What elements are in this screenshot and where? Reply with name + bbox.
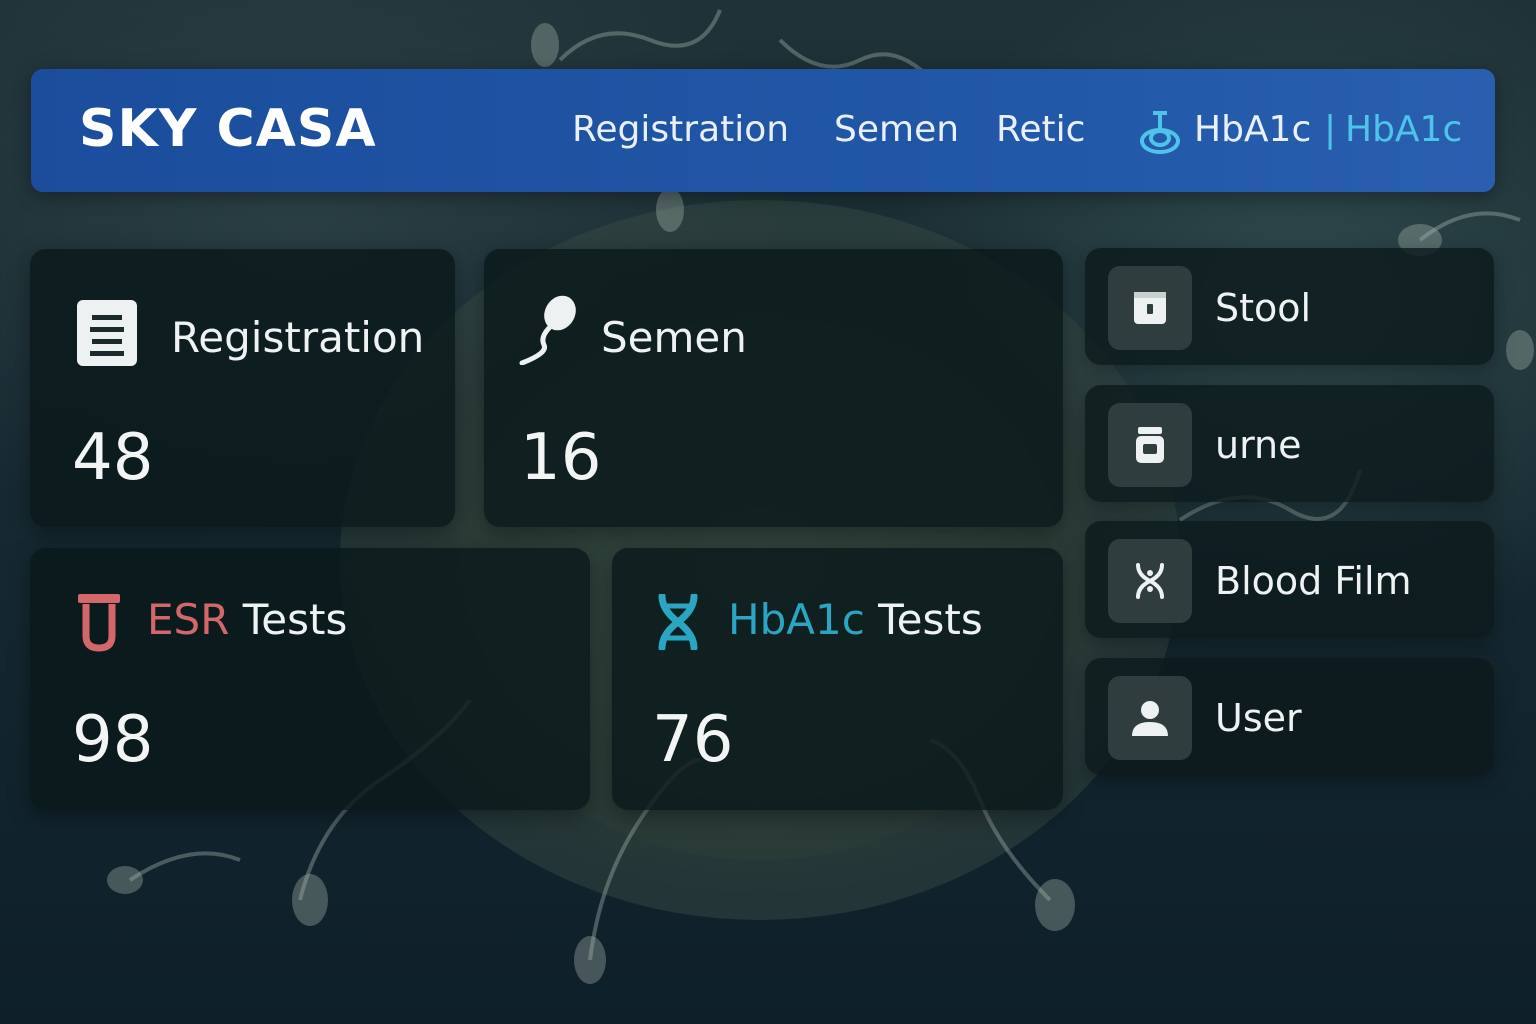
sidebar-item-label: urne <box>1215 423 1302 467</box>
esr-accent-text: ESR <box>147 595 230 644</box>
user-icon <box>1132 701 1168 736</box>
sidebar-item-label: User <box>1215 696 1302 740</box>
hba1c-nav-icon[interactable] <box>1138 109 1182 155</box>
hba1c-tests-label: HbA1c Tests <box>728 595 983 644</box>
nav-item-registration[interactable]: Registration <box>572 109 789 150</box>
nav-item-hba1c[interactable]: HbA1c <box>1194 109 1311 150</box>
esr-tests-count: 98 <box>72 703 154 777</box>
sidebar-item-urine[interactable]: urne <box>1085 385 1494 502</box>
hba1c-accent-text: HbA1c <box>728 595 865 644</box>
sidebar-item-label: Stool <box>1215 286 1312 330</box>
urine-tile <box>1108 403 1192 487</box>
urine-jar-icon <box>1136 427 1164 463</box>
nav-item-retic[interactable]: Retic <box>996 109 1085 150</box>
esr-tests-card[interactable]: ESR Tests 98 <box>30 548 590 810</box>
nav-item-semen[interactable]: Semen <box>834 109 959 150</box>
semen-label: Semen <box>601 313 747 362</box>
dna-icon <box>658 594 698 650</box>
hba1c-tests-count: 76 <box>652 703 734 777</box>
registration-card[interactable]: Registration 48 <box>30 249 455 527</box>
stool-container-icon <box>1134 292 1166 324</box>
registration-label: Registration <box>171 313 425 362</box>
sidebar-item-blood-film[interactable]: Blood Film <box>1085 521 1494 638</box>
brand-title[interactable]: SKY CASA <box>79 99 377 159</box>
esr-rest-text: Tests <box>229 595 348 644</box>
hba1c-rest-text: Tests <box>864 595 983 644</box>
nav-separator: | <box>1324 109 1337 150</box>
registration-count: 48 <box>72 421 154 495</box>
sperm-icon <box>519 295 576 365</box>
document-icon <box>77 300 137 366</box>
blood-film-tile <box>1108 539 1192 623</box>
sidebar-item-stool[interactable]: Stool <box>1085 248 1494 365</box>
stool-tile <box>1108 266 1192 350</box>
nav-item-hba1c-active[interactable]: HbA1c <box>1345 109 1462 150</box>
top-navigation-bar: SKY CASA Registration Semen Retic HbA1c … <box>31 69 1495 192</box>
hba1c-tests-card[interactable]: HbA1c Tests 76 <box>612 548 1063 810</box>
semen-card[interactable]: Semen 16 <box>484 249 1063 527</box>
blood-film-icon <box>1136 563 1164 599</box>
user-tile <box>1108 676 1192 760</box>
sidebar-item-user[interactable]: User <box>1085 658 1494 775</box>
esr-tests-label: ESR Tests <box>147 595 347 644</box>
semen-count: 16 <box>520 421 602 495</box>
sidebar-item-label: Blood Film <box>1215 559 1412 603</box>
test-tube-icon <box>78 594 120 652</box>
